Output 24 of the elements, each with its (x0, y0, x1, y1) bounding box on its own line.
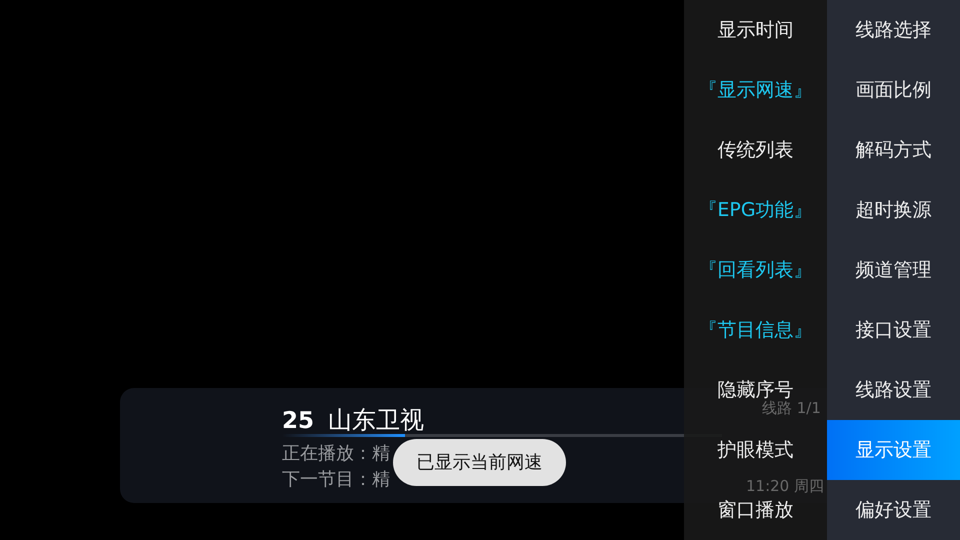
category-item[interactable]: 频道管理 (827, 240, 960, 300)
line-indicator: 线路 1/1 (762, 398, 821, 419)
menu-option[interactable]: 显示时间 (718, 16, 794, 44)
category-item[interactable]: 偏好设置 (827, 480, 960, 540)
category-item[interactable]: 接口设置 (827, 300, 960, 360)
clock-text: 11:20 周四 (746, 476, 824, 497)
menu-option[interactable]: 『EPG功能』 (698, 196, 813, 224)
menu-option[interactable]: 窗口播放 (718, 496, 794, 524)
channel-name: 山东卫视 (328, 405, 424, 436)
menu-option[interactable]: 传统列表 (718, 136, 794, 164)
category-item[interactable]: 线路选择 (827, 0, 960, 60)
now-playing-text: 正在播放：精 (282, 442, 390, 466)
menu-option[interactable]: 『节目信息』 (698, 316, 812, 344)
toast: 已显示当前网速 (393, 439, 566, 486)
menu-option[interactable]: 『回看列表』 (698, 256, 812, 284)
menu-option[interactable]: 护眼模式 (718, 436, 794, 464)
channel-number: 25 (282, 407, 314, 436)
category-item[interactable]: 超时换源 (827, 180, 960, 240)
category-item[interactable]: 解码方式 (827, 120, 960, 180)
category-item[interactable]: 线路设置 (827, 360, 960, 420)
next-program-text: 下一节目：精 (282, 468, 390, 492)
category-item[interactable]: 显示设置 (827, 420, 960, 480)
category-item[interactable]: 画面比例 (827, 60, 960, 120)
menu-option[interactable]: 『显示网速』 (698, 76, 812, 104)
